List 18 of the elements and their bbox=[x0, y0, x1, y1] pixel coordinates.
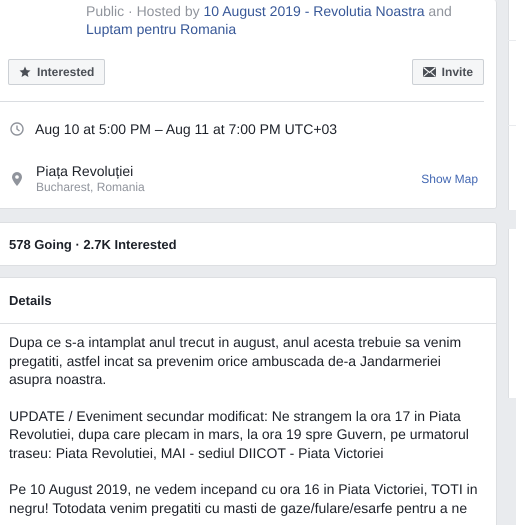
star-icon bbox=[19, 66, 31, 78]
event-time: Aug 10 at 5:00 PM – Aug 11 at 7:00 PM UTC+03 bbox=[35, 121, 338, 137]
host-link[interactable]: 10 August 2019 - Revolutia Noastra bbox=[204, 3, 425, 19]
host-line: Public · Hosted by 10 August 2019 - Revolutia Noastra and Luptam pentru Romania bbox=[85, 2, 453, 38]
details-paragraph: Dupa ce s-a intamplat anul trecut in august, anul acesta trebuie sa venim pregatiti, astfel incat sa prevenim orice ambuscada de-a Jandarmeriei asupra noastra. bbox=[9, 333, 462, 388]
place-city: Bucharest, Romania bbox=[36, 180, 146, 195]
show-map-link[interactable]: Show Map bbox=[421, 172, 478, 186]
attendance-count: 578 Going · 2.7K Interested bbox=[9, 236, 177, 252]
envelope-icon bbox=[422, 67, 436, 77]
clock-icon bbox=[10, 122, 24, 136]
details-title: Details bbox=[9, 293, 52, 308]
host-link[interactable]: Luptam pentru Romania bbox=[86, 21, 236, 37]
place-name: Piața Revoluției bbox=[36, 163, 134, 180]
interested-button[interactable]: Interested bbox=[8, 59, 106, 85]
details-paragraph: Pe 10 August 2019, ne vedem incepand cu ora 16 in Piata Victoriei, TOTI in negru! Totodata venim pregatiti cu masti de gaze/fulare/esarfe pentru a ne bbox=[9, 480, 478, 517]
invite-button[interactable]: Invite bbox=[412, 59, 484, 85]
details-paragraph: UPDATE / Eveniment secundar modificat: Ne strangem la ora 17 in Piata Revolutiei, dupa care plecam in mars, la ora 19 spre Guvern, pe urmatorul traseu: Piata Revolutiei, MAI - sediul DIICOT - Piata Victoriei bbox=[9, 406, 470, 462]
location-pin-icon bbox=[12, 172, 22, 186]
